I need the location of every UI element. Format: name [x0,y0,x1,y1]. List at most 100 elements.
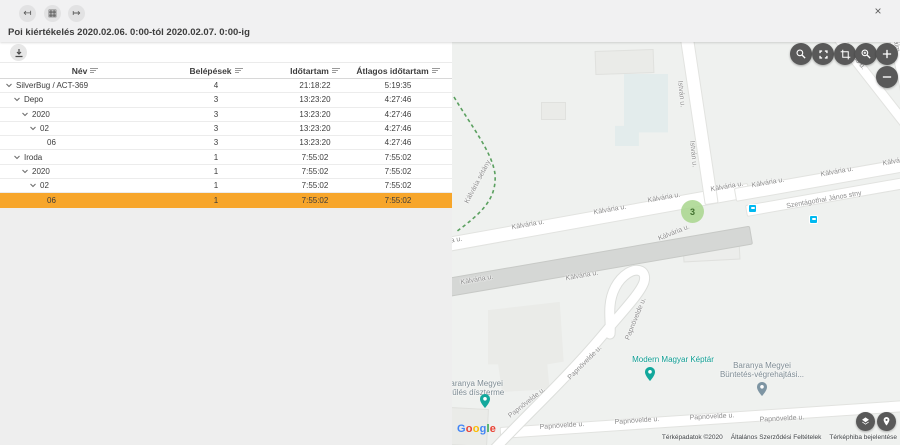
chevron-down-icon[interactable] [21,112,29,117]
map-pin-icon[interactable] [645,367,655,381]
row-entries: 1 [170,167,262,176]
zoom-area-button[interactable] [855,43,877,65]
map-attribution: Térképadatok ©2020 Általános Szerződési … [662,434,897,441]
page-title: Poi kiértékelés 2020.02.06. 0:00-tól 202… [8,27,250,38]
sort-icon[interactable] [432,68,440,73]
crop-icon [840,49,851,60]
row-entries: 3 [170,138,262,147]
chevron-down-icon[interactable] [29,126,37,131]
column-header-idotartam[interactable]: Időtartam [262,66,368,76]
google-logo[interactable]: Google [457,423,496,435]
layers-icon [860,416,871,427]
table-row[interactable]: Depo313:23:204:27:46 [0,93,452,107]
row-duration: 13:23:20 [262,138,368,147]
row-entries: 1 [170,196,262,205]
app-window: ↤ ▦ ↦ Poi kiértékelés 2020.02.06. 0:00-t… [0,0,900,445]
row-name: Iroda [24,153,42,162]
row-avg_duration: 4:27:46 [368,138,428,147]
row-duration: 13:23:20 [262,110,368,119]
zoom-out-icon [881,71,893,83]
fullscreen-button[interactable] [812,43,834,65]
grid-icon: ▦ [44,5,61,22]
row-avg_duration: 7:55:02 [368,196,428,205]
row-avg_duration: 4:27:46 [368,124,428,133]
place-pin-icon [881,416,892,427]
table-row[interactable]: 02 313:23:204:27:46 [0,122,452,136]
row-avg_duration: 4:27:46 [368,95,428,104]
table-row[interactable]: 0217:55:027:55:02 [0,179,452,193]
row-avg_duration: 7:55:02 [368,153,428,162]
sort-icon[interactable] [90,68,98,73]
poi-cluster-marker[interactable]: 3 [681,200,704,223]
chevron-down-icon[interactable] [21,169,29,174]
row-name: 02 [40,124,49,133]
row-name: 2020 [32,110,50,119]
table-row[interactable]: 202017:55:027:55:02 [0,165,452,179]
collapse-left-icon: ↤ [19,5,36,22]
row-entries: 3 [170,124,262,133]
row-avg_duration: 4:27:46 [368,110,428,119]
row-duration: 13:23:20 [262,95,368,104]
fullscreen-icon [818,49,829,60]
logo-letter: o [473,423,480,435]
attribution-report-link[interactable]: Térképhiba bejelentése [829,434,897,441]
poi-label-gyules-diszterme[interactable]: Baranya Megyei gyűlés díszterme [452,379,536,397]
row-entries: 1 [170,181,262,190]
sort-icon[interactable] [235,68,243,73]
column-header-belepesek[interactable]: Belépések [170,66,262,76]
sort-icon[interactable] [332,68,340,73]
place-pin-button[interactable] [877,412,896,431]
row-avg_duration: 7:55:02 [368,181,428,190]
chevron-down-icon[interactable] [5,83,13,88]
row-name: 06 [47,138,56,147]
chevron-down-icon[interactable] [13,155,21,160]
row-name: 06 [47,196,56,205]
table-row[interactable]: SilverBug / ACT-369421:18:225:19:35 [0,79,452,93]
row-entries: 3 [170,95,262,104]
zoom-out-button[interactable] [876,66,898,88]
row-duration: 7:55:02 [262,153,368,162]
row-duration: 21:18:22 [262,81,368,90]
crop-button[interactable] [834,43,856,65]
row-entries: 4 [170,81,262,90]
column-header-nev[interactable]: Név [0,66,170,76]
column-header-atlagos-idotartam[interactable]: Átlagos időtartam [368,66,428,76]
zoom-in-button[interactable] [876,43,898,65]
grid-view-button[interactable]: ▦ [44,5,61,22]
logo-letter: G [457,423,466,435]
close-button[interactable]: × [870,3,886,19]
expand-right-button[interactable]: ↦ [68,5,85,22]
row-avg_duration: 7:55:02 [368,167,428,176]
chevron-down-icon[interactable] [29,183,37,188]
table-row[interactable]: 2020313:23:204:27:46 [0,108,452,122]
bus-stop-icon[interactable] [809,215,818,224]
search-button[interactable] [790,43,812,65]
search-icon [795,48,807,60]
row-name: 2020 [32,167,50,176]
table-header: Név Belépések Időtartam Átlagos időtarta… [0,62,452,79]
row-avg_duration: 5:19:35 [368,81,428,90]
row-duration: 7:55:02 [262,167,368,176]
layers-button[interactable] [856,412,875,431]
export-bar [0,42,452,62]
row-name: 02 [40,181,49,190]
map-pin-icon[interactable] [757,382,767,396]
expand-right-icon: ↦ [68,5,85,22]
map-pin-icon[interactable] [480,394,490,408]
row-duration: 13:23:20 [262,124,368,133]
row-entries: 1 [170,153,262,162]
poi-label-buntetes-vegrehajtasi[interactable]: Baranya Megyei Büntetés-végrehajtási... [700,361,824,379]
table-body: SilverBug / ACT-369421:18:225:19:35Depo3… [0,79,452,208]
logo-letter: o [466,423,473,435]
collapse-left-button[interactable]: ↤ [19,5,36,22]
chevron-down-icon[interactable] [13,97,21,102]
row-duration: 7:55:02 [262,181,368,190]
table-row[interactable]: 06 313:23:204:27:46 [0,136,452,150]
map-view[interactable]: Kálvária u.Kálvária u.Kálvária u.Kálvári… [452,42,900,445]
bus-stop-icon[interactable] [748,204,757,213]
attribution-terms-link[interactable]: Általános Szerződési Feltételek [731,434,822,441]
table-row[interactable]: 0617:55:027:55:02 [0,193,452,207]
download-icon [14,48,24,58]
download-button[interactable] [10,44,27,61]
table-row[interactable]: Iroda17:55:027:55:02 [0,150,452,164]
